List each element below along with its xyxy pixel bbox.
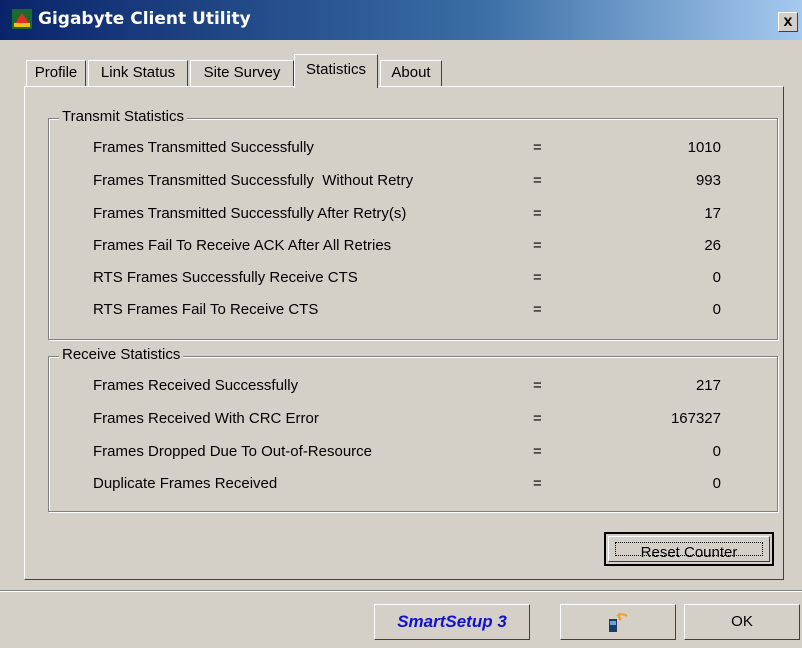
tab-statistics[interactable]: Statistics — [294, 54, 378, 88]
reset-counter-button[interactable]: Reset Counter — [604, 532, 774, 566]
stat-value: 0 — [712, 269, 721, 286]
stat-label: Frames Fail To Receive ACK After All Ret… — [93, 237, 392, 254]
stat-value: 26 — [704, 237, 721, 254]
title-bar: Gigabyte Client Utility x — [0, 0, 802, 40]
tab-profile[interactable]: Profile — [26, 60, 86, 86]
stat-label: Frames Transmitted Successfully Without … — [93, 172, 414, 189]
stat-value: 217 — [695, 377, 721, 394]
stat-label: Frames Transmitted Successfully After Re… — [93, 205, 407, 222]
tab-label: Site Survey — [203, 64, 281, 81]
stat-row: Frames Fail To Receive ACK After All Ret… — [49, 237, 777, 259]
tab-about[interactable]: About — [380, 60, 442, 86]
equals-sign: = — [533, 205, 542, 222]
stat-row: Frames Transmitted Successfully Without … — [49, 172, 777, 194]
receive-statistics-group: Receive Statistics Frames Received Succe… — [48, 346, 778, 512]
tab-label: Link Status — [100, 64, 176, 81]
stat-row: Frames Dropped Due To Out-of-Resource = 0 — [49, 443, 777, 465]
tab-label: About — [391, 64, 431, 81]
stat-label: Frames Received With CRC Error — [93, 410, 319, 427]
stat-row: Frames Received Successfully = 217 — [49, 377, 777, 399]
stat-value: 0 — [712, 301, 721, 318]
stat-label: Frames Transmitted Successfully — [93, 139, 314, 156]
equals-sign: = — [533, 237, 542, 254]
stat-label: Frames Received Successfully — [93, 377, 299, 394]
stat-label: RTS Frames Fail To Receive CTS — [93, 301, 319, 318]
transmit-statistics-group: Transmit Statistics Frames Transmitted S… — [48, 108, 778, 340]
close-button[interactable]: x — [778, 12, 798, 32]
tab-site-survey[interactable]: Site Survey — [190, 60, 294, 86]
tab-label: Statistics — [305, 61, 366, 78]
equals-sign: = — [533, 301, 542, 318]
equals-sign: = — [533, 410, 542, 427]
tab-label: Profile — [34, 64, 78, 81]
stat-label: Duplicate Frames Received — [93, 475, 278, 492]
footer-divider — [0, 590, 802, 592]
smartsetup-button[interactable]: SmartSetup 3 — [374, 604, 530, 640]
equals-sign: = — [533, 139, 542, 156]
stat-row: Frames Transmitted Successfully = 1010 — [49, 139, 777, 161]
stat-value: 993 — [695, 172, 721, 189]
stat-row: Duplicate Frames Received = 0 — [49, 475, 777, 497]
stat-value: 17 — [704, 205, 721, 222]
stat-row: Frames Received With CRC Error = 167327 — [49, 410, 777, 432]
equals-sign: = — [533, 377, 542, 394]
equals-sign: = — [533, 475, 542, 492]
stat-value: 0 — [712, 443, 721, 460]
ok-button[interactable]: OK — [684, 604, 800, 640]
receive-statistics-title: Receive Statistics — [59, 346, 184, 363]
stat-label: RTS Frames Successfully Receive CTS — [93, 269, 358, 286]
stat-value: 0 — [712, 475, 721, 492]
wireless-status-button[interactable] — [560, 604, 676, 640]
stat-value: 167327 — [670, 410, 721, 427]
wireless-card-icon — [609, 612, 628, 632]
reset-button-label: Reset Counter — [615, 542, 763, 561]
equals-sign: = — [533, 269, 542, 286]
stat-row: RTS Frames Fail To Receive CTS = 0 — [49, 301, 777, 323]
stat-row: Frames Transmitted Successfully After Re… — [49, 205, 777, 227]
reset-button-bevel: Reset Counter — [608, 536, 770, 562]
window-title: Gigabyte Client Utility — [38, 9, 251, 29]
equals-sign: = — [533, 172, 542, 189]
stat-value: 1010 — [687, 139, 721, 156]
transmit-statistics-title: Transmit Statistics — [59, 108, 187, 125]
close-icon: x — [783, 13, 793, 30]
tab-link-status[interactable]: Link Status — [88, 60, 188, 86]
stat-label: Frames Dropped Due To Out-of-Resource — [93, 443, 373, 460]
stat-row: RTS Frames Successfully Receive CTS = 0 — [49, 269, 777, 291]
gigabyte-logo-icon — [12, 9, 32, 29]
equals-sign: = — [533, 443, 542, 460]
